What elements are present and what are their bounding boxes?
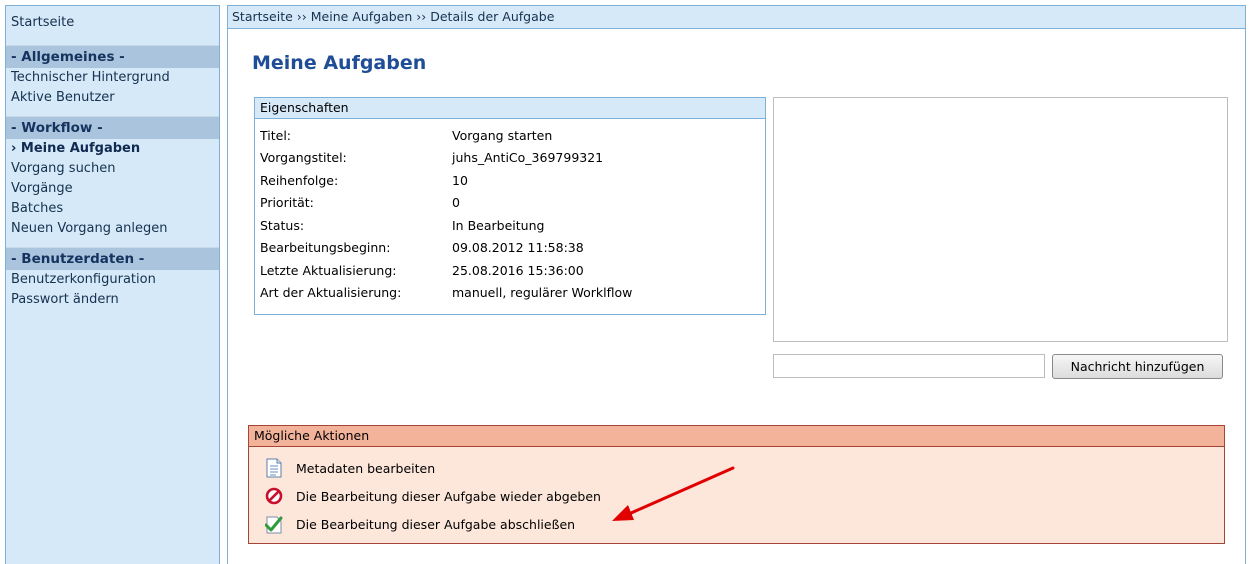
action-label: Die Bearbeitung dieser Aufgabe abschließ… — [296, 516, 576, 532]
property-label: Priorität: — [260, 195, 314, 211]
table-row: Priorität: 0 — [260, 192, 632, 215]
actions-panel: Mögliche Aktionen Metadaten bearbeiten D… — [248, 425, 1225, 544]
page-title: Meine Aufgaben — [252, 52, 427, 74]
sidebar-item-aktive-benutzer[interactable]: Aktive Benutzer — [6, 88, 219, 108]
sidebar-item-home[interactable]: Startseite — [6, 13, 219, 33]
sidebar-item-benutzerkonfiguration[interactable]: Benutzerkonfiguration — [6, 270, 219, 290]
sidebar-item-technischer-hintergrund[interactable]: Technischer Hintergrund — [6, 68, 219, 88]
document-icon — [266, 458, 282, 478]
table-row: Letzte Aktualisierung: 25.08.2016 15:36:0… — [260, 259, 632, 282]
property-label: Reihenfolge: — [260, 172, 339, 188]
property-value: In Bearbeitung — [452, 217, 545, 233]
sidebar-section-allgemeines: - Allgemeines - — [6, 45, 219, 68]
return-task-action[interactable]: Die Bearbeitung dieser Aufgabe wieder ab… — [265, 485, 601, 507]
property-value: 10 — [452, 172, 468, 188]
property-label: Bearbeitungsbeginn: — [260, 240, 391, 256]
property-label: Titel: — [260, 127, 291, 143]
edit-metadata-action[interactable]: Metadaten bearbeiten — [265, 457, 435, 479]
sidebar-item-vorgaenge[interactable]: Vorgänge — [6, 179, 219, 199]
table-row: Vorgangstitel: juhs_AntiCo_369799321 — [260, 147, 632, 170]
property-label: Letzte Aktualisierung: — [260, 262, 397, 278]
action-label: Die Bearbeitung dieser Aufgabe wieder ab… — [296, 488, 601, 504]
table-row: Reihenfolge: 10 — [260, 169, 632, 192]
table-row: Art der Aktualisierung: manuell, reguläre… — [260, 282, 632, 305]
add-message-button[interactable]: Nachricht hinzufügen — [1052, 354, 1223, 379]
messages-area[interactable] — [773, 97, 1228, 342]
table-row: Bearbeitungsbeginn: 09.08.2012 11:58:38 — [260, 237, 632, 260]
sidebar-item-meine-aufgaben[interactable]: › Meine Aufgaben — [6, 139, 219, 159]
property-label: Vorgangstitel: — [260, 150, 347, 166]
properties-table: Titel: Vorgang starten Vorgangstitel: juhs… — [260, 124, 632, 304]
property-label: Status: — [260, 217, 305, 233]
forbidden-icon — [265, 487, 283, 505]
main-content: Startseite ›› Meine Aufgaben ›› Details … — [227, 5, 1246, 564]
property-label: Art der Aktualisierung: — [260, 285, 402, 301]
table-row: Titel: Vorgang starten — [260, 124, 632, 147]
sidebar-item-batches[interactable]: Batches — [6, 199, 219, 219]
sidebar-item-neuen-vorgang-anlegen[interactable]: Neuen Vorgang anlegen — [6, 219, 219, 239]
complete-task-action[interactable]: Die Bearbeitung dieser Aufgabe abschließ… — [265, 513, 575, 535]
breadcrumb[interactable]: Startseite ›› Meine Aufgaben ›› Details … — [228, 6, 1245, 29]
properties-header: Eigenschaften — [255, 98, 765, 119]
sidebar-section-benutzerdaten: - Benutzerdaten - — [6, 247, 219, 270]
sidebar-item-passwort-aendern[interactable]: Passwort ändern — [6, 290, 219, 310]
property-value: manuell, regulärer Worklflow — [452, 285, 633, 301]
action-label: Metadaten bearbeiten — [296, 460, 436, 476]
sidebar-item-vorgang-suchen[interactable]: Vorgang suchen — [6, 159, 219, 179]
property-value: juhs_AntiCo_369799321 — [452, 150, 604, 166]
properties-panel: Eigenschaften Titel: Vorgang starten Vorg… — [254, 97, 766, 315]
property-value: 09.08.2012 11:58:38 — [452, 240, 584, 256]
table-row: Status: In Bearbeitung — [260, 214, 632, 237]
sidebar-section-workflow: - Workflow - — [6, 116, 219, 139]
actions-header: Mögliche Aktionen — [249, 426, 1224, 447]
property-value: 25.08.2016 15:36:00 — [452, 262, 584, 278]
property-value: 0 — [452, 195, 460, 211]
message-input[interactable] — [773, 354, 1045, 378]
checkmark-icon — [265, 516, 283, 534]
property-value: Vorgang starten — [452, 127, 553, 143]
sidebar: Startseite - Allgemeines - Technischer H… — [5, 5, 220, 564]
